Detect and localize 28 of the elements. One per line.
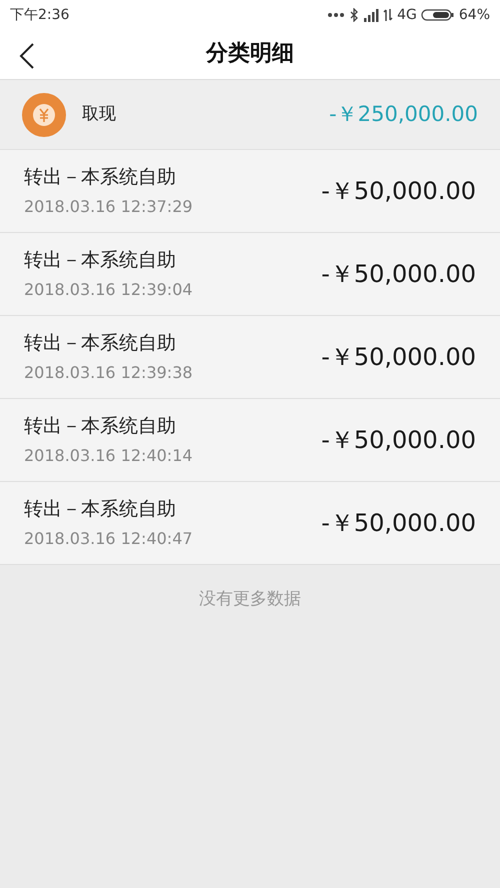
transaction-title: 转出－本系统自助 [24,248,177,273]
battery-percent: 64% [458,6,490,24]
transaction-amount: -￥50,000.00 [321,508,476,539]
transaction-amount: -￥50,000.00 [321,342,476,373]
total-amount: -￥250,000.00 [329,100,478,128]
transaction-title: 转出－本系统自助 [24,330,177,356]
transaction-amount: -￥50,000.00 [321,176,476,207]
page-title: 分类明细 [206,41,294,68]
transaction-time: 2018.03.16 12:40:47 [24,528,193,550]
battery-icon [420,8,455,22]
transaction-title: 转出－本系统自助 [24,414,177,439]
coin-icon [22,92,66,136]
status-time: 下午2:36 [10,6,70,24]
transaction-time: 2018.03.16 12:37:29 [24,196,193,218]
transaction-amount: -￥50,000.00 [321,425,476,456]
transaction-title: 转出－本系统自助 [24,164,177,190]
transaction-time: 2018.03.16 12:40:14 [24,445,193,468]
more-icon [327,12,346,18]
transaction-time: 2018.03.16 12:39:04 [24,279,193,302]
network-type: 4G [397,6,417,24]
transaction-amount: -￥50,000.00 [321,259,476,290]
no-more-data-text: 没有更多数据 [199,588,301,611]
category-label: 取现 [82,102,116,126]
transaction-title: 转出－本系统自助 [24,496,177,522]
data-arrows-icon [383,8,394,22]
transaction-time: 2018.03.16 12:39:38 [24,362,193,384]
bluetooth-icon [349,8,360,22]
signal-icon [363,8,380,22]
